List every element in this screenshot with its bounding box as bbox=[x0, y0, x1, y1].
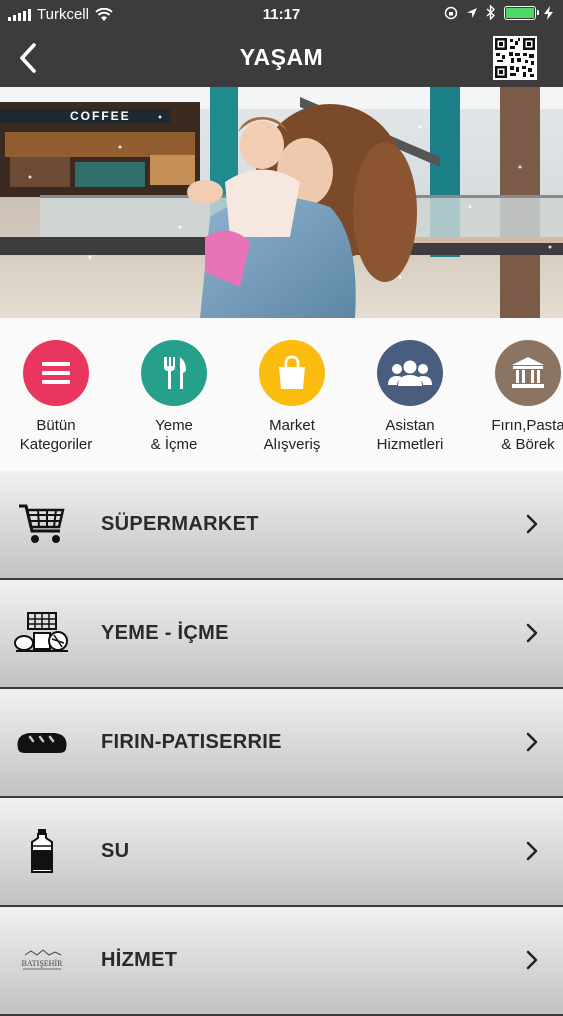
qr-code-button[interactable] bbox=[493, 36, 537, 80]
category-all-line2: Kategoriler bbox=[19, 436, 93, 453]
chevron-right-icon bbox=[526, 732, 538, 752]
list-item-supermarket-icon-wrap bbox=[14, 499, 70, 549]
page-title: YAŞAM bbox=[239, 44, 324, 70]
category-food-drink-label: Yeme & İçme bbox=[115, 416, 233, 454]
category-list: SÜPERMARKET YEME - İÇME FIRIN-PATISERRIE… bbox=[0, 471, 563, 1016]
category-market-line2: Alışveriş bbox=[263, 436, 321, 453]
batisehir-logo-text: BATIŞEHİR bbox=[22, 959, 64, 968]
list-item-water[interactable]: SU bbox=[0, 798, 563, 905]
category-food-drink-line2: & İçme bbox=[150, 436, 198, 453]
hero-banner: COFFEE bbox=[0, 87, 563, 318]
location-icon bbox=[467, 7, 477, 18]
list-item-bakery-label: FIRIN-PATISERRIE bbox=[101, 731, 282, 753]
charging-icon bbox=[544, 5, 553, 20]
list-item-water-label: SU bbox=[101, 840, 130, 862]
bank-icon bbox=[512, 357, 544, 388]
category-all[interactable]: Bütün Kategoriler bbox=[0, 340, 115, 454]
chevron-right-icon bbox=[526, 623, 538, 643]
category-strip: Bütün Kategoriler Yeme & İçme Market Alı… bbox=[0, 318, 563, 471]
mall-photo: COFFEE bbox=[0, 87, 563, 318]
list-item-bakery-icon-wrap bbox=[14, 717, 70, 767]
category-food-drink-line1: Yeme bbox=[155, 417, 193, 434]
water-bottle-icon bbox=[31, 829, 53, 873]
category-all-label: Bütün Kategoriler bbox=[0, 416, 115, 454]
bluetooth-icon bbox=[486, 5, 496, 20]
list-item-service[interactable]: BATIŞEHİR HİZMET bbox=[0, 907, 563, 1014]
fork-knife-icon bbox=[164, 357, 186, 389]
list-item-water-icon-wrap bbox=[14, 826, 70, 876]
category-assistant-line2: Hizmetleri bbox=[376, 436, 444, 453]
category-market-circle bbox=[259, 340, 325, 406]
orientation-lock-icon bbox=[444, 6, 458, 19]
qr-code-icon bbox=[493, 36, 537, 80]
list-item-supermarket[interactable]: SÜPERMARKET bbox=[0, 471, 563, 578]
category-bakery-line1: Fırın,Pasta bbox=[491, 417, 563, 434]
list-item-food-drink-label: YEME - İÇME bbox=[101, 622, 229, 644]
food-basket-icon bbox=[14, 612, 68, 652]
category-market-label: Market Alışveriş bbox=[233, 416, 351, 454]
list-item-service-label: HİZMET bbox=[101, 949, 178, 971]
list-item-service-icon-wrap: BATIŞEHİR bbox=[14, 935, 70, 985]
category-market[interactable]: Market Alışveriş bbox=[233, 340, 351, 454]
category-all-line1: Bütün bbox=[36, 417, 76, 434]
shopping-bag-icon bbox=[279, 355, 305, 389]
list-item-supermarket-label: SÜPERMARKET bbox=[101, 513, 259, 535]
status-bar: Turkcell 11:17 bbox=[0, 0, 563, 30]
category-assistant[interactable]: Asistan Hizmetleri bbox=[351, 340, 469, 454]
category-assistant-label: Asistan Hizmetleri bbox=[351, 416, 469, 454]
list-item-food-drink[interactable]: YEME - İÇME bbox=[0, 580, 563, 687]
list-icon bbox=[42, 362, 70, 384]
chevron-right-icon bbox=[526, 514, 538, 534]
battery-icon bbox=[504, 5, 539, 20]
cafe-sign-text: COFFEE bbox=[70, 109, 131, 123]
shopping-cart-icon bbox=[19, 504, 65, 543]
category-bakery-circle bbox=[495, 340, 561, 406]
category-assistant-circle bbox=[377, 340, 443, 406]
batisehir-logo-icon: BATIŞEHİR bbox=[22, 949, 64, 970]
category-bakery[interactable]: Fırın,Pasta & Börek bbox=[469, 340, 563, 454]
category-food-drink[interactable]: Yeme & İçme bbox=[115, 340, 233, 454]
category-assistant-line1: Asistan bbox=[385, 417, 435, 434]
category-bakery-line2: & Börek bbox=[501, 436, 555, 453]
list-item-food-drink-icon-wrap bbox=[14, 608, 70, 658]
category-food-drink-circle bbox=[141, 340, 207, 406]
category-bakery-label: Fırın,Pasta & Börek bbox=[469, 416, 563, 454]
bread-icon bbox=[17, 733, 67, 753]
nav-bar: YAŞAM bbox=[0, 30, 563, 87]
category-all-circle bbox=[23, 340, 89, 406]
list-item-bakery[interactable]: FIRIN-PATISERRIE bbox=[0, 689, 563, 796]
status-right bbox=[444, 5, 553, 20]
chevron-right-icon bbox=[526, 841, 538, 861]
category-market-line1: Market bbox=[269, 417, 315, 434]
people-icon bbox=[388, 360, 432, 386]
chevron-right-icon bbox=[526, 950, 538, 970]
